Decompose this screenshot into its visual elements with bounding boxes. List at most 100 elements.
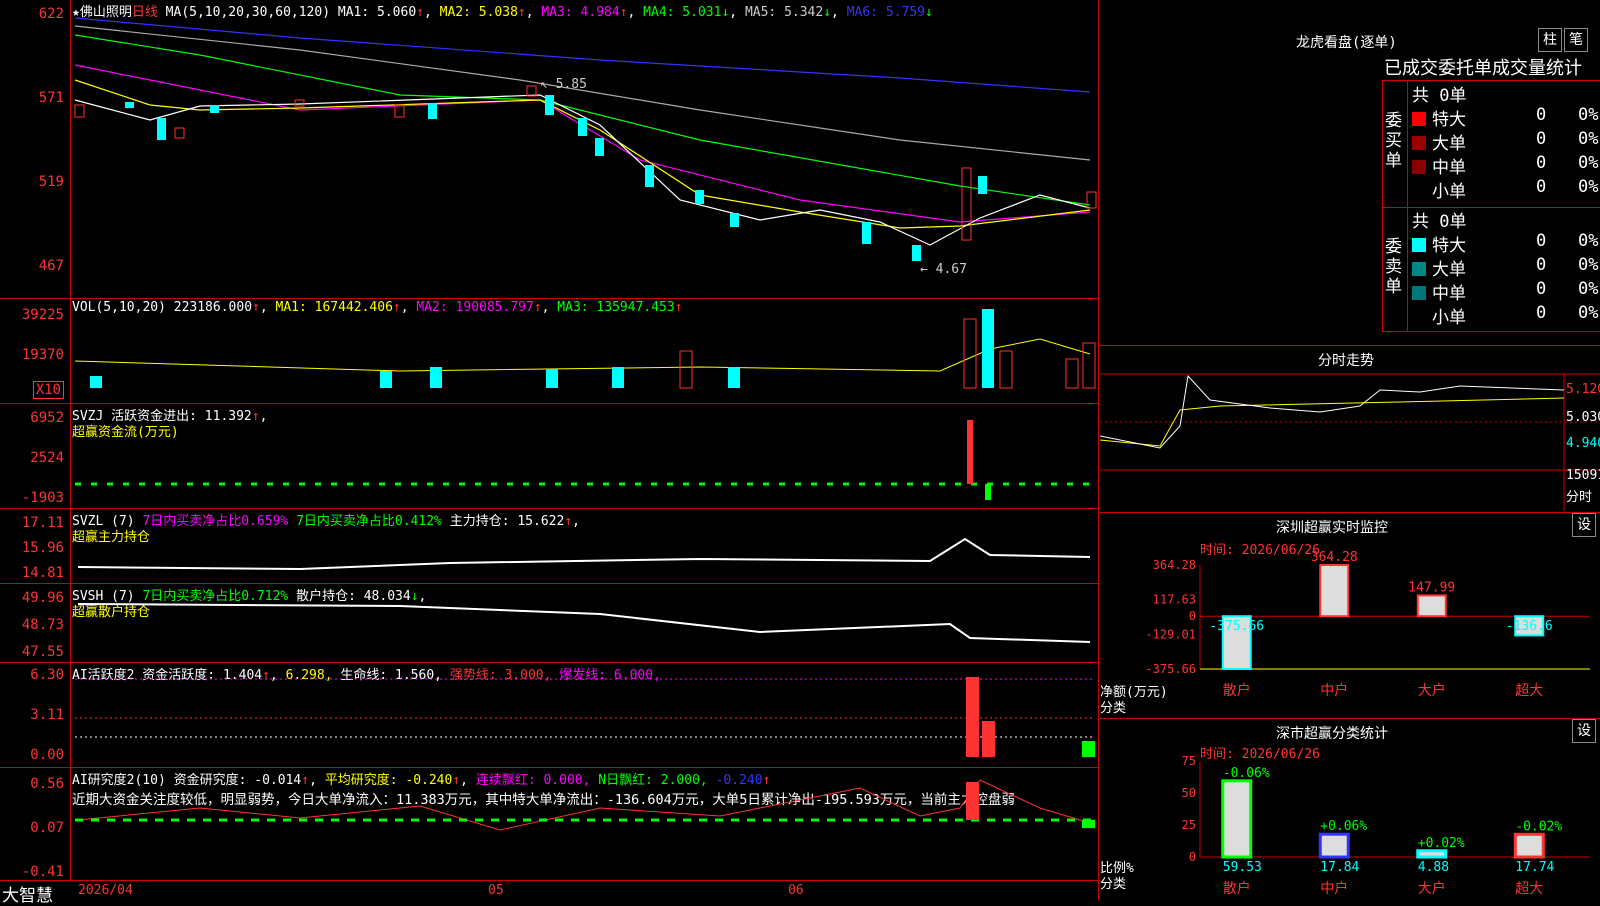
- monitor-panel: 深圳超赢实时监控 设 时间: 2026/06/26 净额(万元) 分类 364.…: [1100, 512, 1600, 717]
- blank-swatch: [1412, 184, 1426, 198]
- candle-up: [294, 99, 305, 107]
- svsh-panel[interactable]: 49.96 48.73 47.55 SVSH (7) 7日内买卖净占比0.712…: [0, 584, 1098, 663]
- svzl-panel[interactable]: 17.11 15.96 14.81 SVZL (7) 7日内买卖净占比0.659…: [0, 509, 1098, 584]
- sell-row-xl: 特大 0 0%: [1412, 231, 1600, 256]
- vol-bar: [430, 367, 442, 388]
- vol-bar: [1082, 342, 1096, 389]
- vol-bar: [90, 376, 102, 388]
- vol-bar: [999, 350, 1013, 389]
- classify-category-label: 中户: [1320, 880, 1348, 897]
- intraday-label: 分时: [1566, 490, 1593, 505]
- svsh-chart: [77, 603, 1091, 643]
- classify-bar: [1513, 832, 1545, 859]
- sell-row-l: 大单 0 0%: [1412, 255, 1600, 280]
- vol-bar: [546, 369, 558, 388]
- monitor-y-tick: 117.63: [1153, 593, 1196, 607]
- classify-top-label: +0.02%: [1418, 836, 1465, 851]
- svzj-bar: [985, 484, 991, 500]
- blank-swatch: [1412, 310, 1426, 324]
- sell-row-s: 小单 0 0%: [1412, 303, 1600, 328]
- vol-bar: [679, 350, 693, 389]
- candles: [74, 85, 1097, 261]
- candle-down: [645, 165, 654, 187]
- high-mark: ↖ 5.85: [540, 77, 587, 92]
- svzl-chart: [77, 537, 1091, 571]
- ai-activity-panel[interactable]: 6.30 3.11 0.00 AI活跃度2 资金活跃度: 1.404↑, 6.2…: [0, 663, 1098, 768]
- svzl-line: [77, 537, 1091, 571]
- vol-bar: [982, 309, 994, 388]
- row-pct: 0%: [1578, 279, 1599, 299]
- candlestick-chart: ↖ 5.85 ← 4.67: [74, 17, 1097, 277]
- monitor-y-tick: -375.66: [1145, 662, 1196, 676]
- ai2-bar: [966, 782, 979, 820]
- classify-chart: 75 50 25 0 -0.06% 59.53 散户 +0.06% 17.84 中户 +0.02% 4…: [1182, 754, 1590, 897]
- monitor-category-label: 散户: [1223, 682, 1251, 699]
- date-label-2: 05: [488, 883, 504, 898]
- tick-view-button[interactable]: 笔: [1564, 28, 1588, 52]
- buy-side-label: 委买单: [1385, 111, 1402, 171]
- candle-down: [125, 102, 134, 108]
- monitor-category-label: 中户: [1320, 682, 1348, 699]
- buy-row-m: 中单 0 0%: [1412, 153, 1600, 178]
- monitor-bar-label: -375.66: [1209, 619, 1264, 634]
- monitor-bar-label: -136.6: [1506, 619, 1553, 634]
- candle-up: [1086, 191, 1097, 209]
- svzj-bar: [967, 420, 973, 484]
- ai-research-panel[interactable]: 0.56 0.07 -0.41 AI研究度2(10) 资金研究度: -0.014…: [0, 768, 1098, 880]
- vol-bar: [963, 318, 977, 389]
- darkred-swatch: [1412, 136, 1426, 150]
- sell-total: 共 0单: [1412, 212, 1467, 232]
- volume-chart: [74, 309, 1096, 389]
- price-panel[interactable]: 622 571 519 467 ★佛山照明日线 MA(5,10,20,30,60…: [0, 0, 1098, 299]
- bar-view-button[interactable]: 柱: [1538, 28, 1562, 52]
- sell-section: 委卖单 共 0单 特大 0 0% 大单 0 0% 中单 0 0% 小单 0 0%: [1383, 207, 1600, 331]
- row-pct: 0%: [1578, 231, 1599, 251]
- svzj-panel[interactable]: 6952 2524 -1903 SVZJ 活跃资金进出: 11.392↑, 超赢…: [0, 404, 1098, 509]
- monitor-bar: [1319, 564, 1350, 618]
- low-mark: ← 4.67: [920, 262, 967, 277]
- buy-row-l: 大单 0 0%: [1412, 129, 1600, 154]
- monitor-category-label: 超大: [1515, 683, 1543, 699]
- buy-total: 共 0单: [1412, 86, 1467, 106]
- classify-y-tick: 50: [1182, 786, 1196, 800]
- ai2-bar: [1082, 820, 1095, 828]
- longhu-title: 龙虎看盘(逐单): [1296, 35, 1397, 51]
- row-label: 中单: [1432, 158, 1466, 178]
- brand-label: 大智慧: [2, 886, 53, 906]
- monitor-y-tick: 364.28: [1153, 558, 1196, 572]
- teal-swatch: [1412, 286, 1426, 300]
- intraday-panel[interactable]: 分时走势 5.120 5.030 4.940 15091 分时: [1100, 345, 1600, 511]
- classify-value-label: 17.84: [1320, 860, 1359, 875]
- ma5-line: [74, 25, 1091, 161]
- classify-top-label: -0.06%: [1223, 766, 1270, 781]
- candle-down: [595, 138, 604, 156]
- candle-down: [862, 222, 871, 244]
- row-label: 小单: [1432, 308, 1466, 328]
- svsh-line: [77, 603, 1091, 643]
- row-label: 特大: [1432, 236, 1466, 256]
- candle-down: [730, 213, 739, 227]
- vol-bar: [380, 371, 392, 388]
- candle-up: [961, 167, 972, 241]
- classify-y-tick: 0: [1189, 850, 1196, 864]
- classify-bar: [1221, 779, 1253, 859]
- intraday-price-1: 5.120: [1566, 382, 1600, 397]
- sell-side-label: 委卖单: [1385, 237, 1402, 297]
- row-count: 0: [1536, 279, 1547, 299]
- bottom-bar: 大智慧 2026/04 05 06: [0, 880, 1098, 906]
- candle-down: [578, 118, 587, 136]
- buy-section: 委买单 共 0单 特大 0 0% 大单 0 0% 中单 0 0% 小单 0 0%: [1383, 81, 1600, 208]
- candle-up: [394, 104, 405, 118]
- row-label: 中单: [1432, 284, 1466, 304]
- monitor-bar-label: 147.99: [1408, 580, 1455, 595]
- candle-up: [174, 127, 185, 139]
- row-pct: 0%: [1578, 255, 1599, 275]
- classify-top-label: -0.02%: [1515, 819, 1562, 834]
- candle-down: [157, 118, 166, 140]
- monitor-y-tick: 0: [1189, 609, 1196, 623]
- volume-panel[interactable]: 39225 19370 X10 VOL(5,10,20) 223186.000↑…: [0, 299, 1098, 404]
- ma1-line: [74, 94, 1091, 246]
- ai1-bar: [982, 721, 995, 757]
- buy-rows: 共 0单 特大 0 0% 大单 0 0% 中单 0 0% 小单 0 0%: [1407, 81, 1600, 207]
- row-count: 0: [1536, 129, 1547, 149]
